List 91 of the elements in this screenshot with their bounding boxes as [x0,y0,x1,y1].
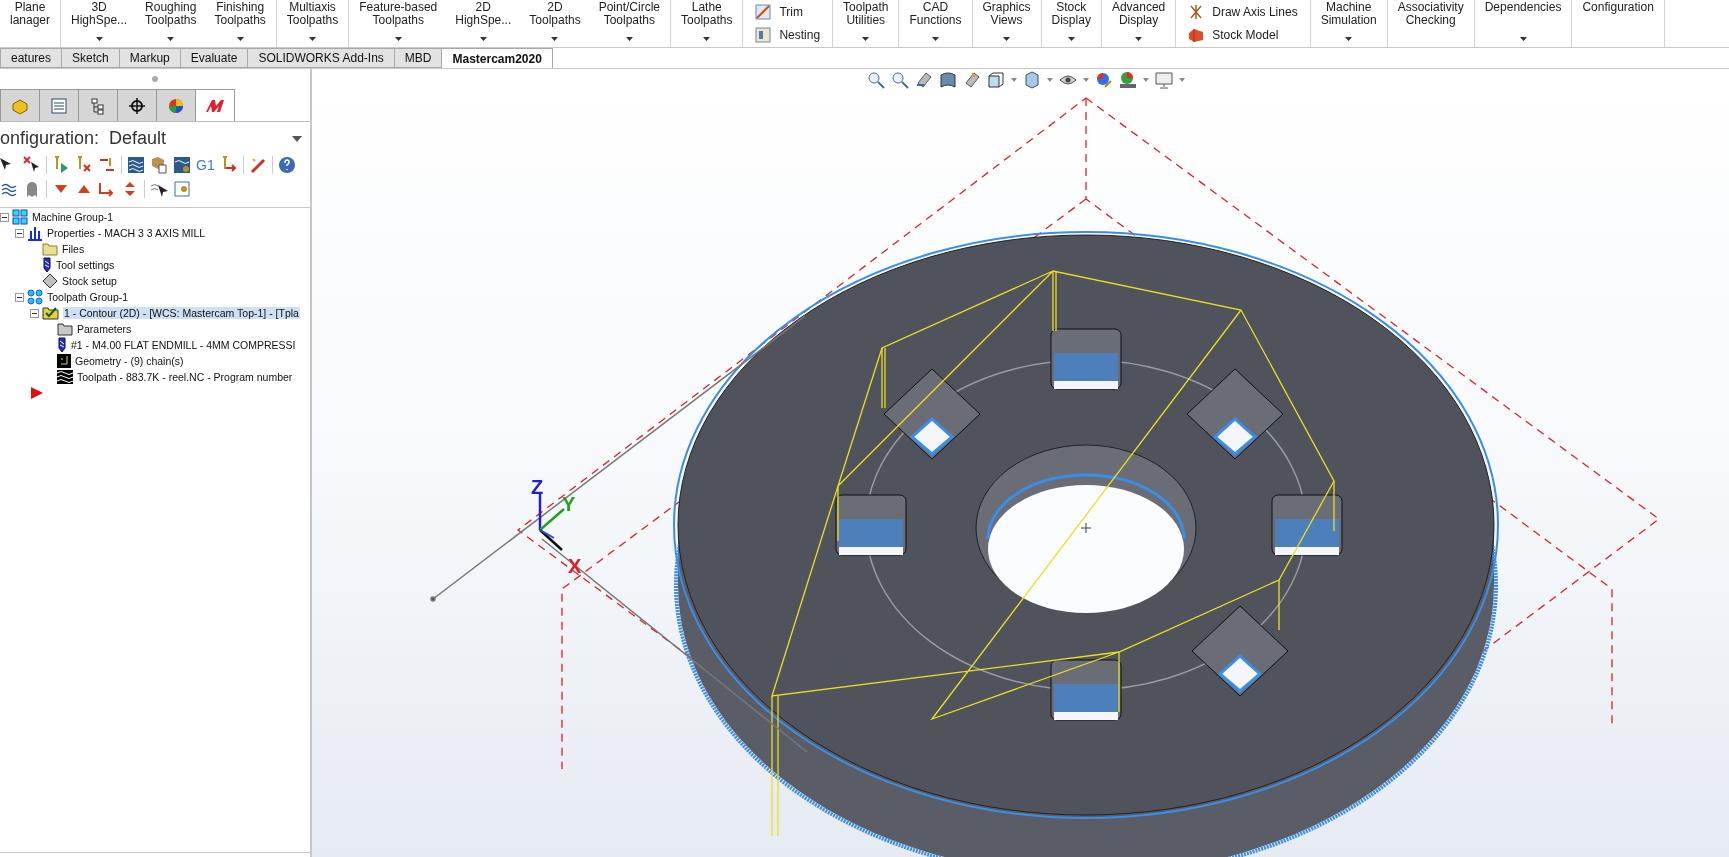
panel-tab[interactable] [117,89,157,121]
tree-item[interactable]: Tool settings [55,259,116,271]
folder-icon [42,242,58,256]
circles-icon [27,289,43,305]
caret-icon [1345,37,1353,41]
diamond-icon [42,273,58,289]
tab[interactable]: Markup [118,48,181,68]
display-style-icon[interactable] [1023,71,1041,89]
waves-gear-icon[interactable] [173,156,191,174]
tree-item[interactable]: Machine Group-1 [31,211,115,223]
tree-item[interactable]: Files [61,243,86,255]
tool-swap-icon[interactable] [98,156,116,174]
caret-icon[interactable] [1011,78,1017,82]
tab[interactable]: MBD [393,48,443,68]
caret-icon [1519,37,1527,41]
tree-item[interactable]: 1 - Contour (2D) - [WCS: Mastercam Top-1] - [Tpla [63,307,300,319]
y-axis-label: Y [562,493,576,515]
axis-lines-icon [1188,3,1205,20]
dynamic-annotation-icon[interactable] [963,71,981,89]
color-ball-icon [167,96,185,115]
caret-icon [625,37,633,41]
view-orientation-icon[interactable] [987,71,1005,89]
collapse-toggle[interactable] [0,212,9,222]
end-mill-icon [57,337,67,353]
tree-item[interactable]: Toolpath - 883.7K - reel.NC - Program number [76,371,294,383]
tab[interactable]: eatures [0,48,63,68]
tree-item[interactable]: #1 - M4.00 FLAT ENDMILL - 4MM COMPRESSI [70,339,297,351]
monitor-icon[interactable] [1155,71,1173,89]
crosshair-icon [128,96,146,115]
tree-item[interactable]: Toolpath Group-1 [46,291,130,303]
z-axis-label: Z [531,476,544,498]
caret-icon [95,37,103,41]
caret-icon [167,37,175,41]
grip-dot-icon[interactable] [152,76,158,82]
configuration-title: onfiguration: Default [0,128,167,149]
tool-play-icon[interactable] [52,156,70,174]
tool-delete-icon[interactable] [75,156,93,174]
nesting-icon [755,27,772,44]
caret-icon [236,37,244,41]
tab[interactable]: Evaluate [179,48,249,68]
tab[interactable]: Sketch [61,48,120,68]
tree-item[interactable]: Properties - MACH 3 3 AXIS MILL [46,227,207,239]
insert-marker-icon [30,386,44,400]
caret-icon [1135,37,1143,41]
bars-icon [27,225,43,241]
collapse-toggle[interactable] [15,292,24,302]
waves-icon[interactable] [127,156,145,174]
caret-icon[interactable] [1047,78,1053,82]
stock-model-icon [1188,27,1205,44]
caret-icon[interactable] [1143,78,1149,82]
caret-icon [309,37,316,41]
insert-arrow-icon[interactable] [98,180,116,198]
folder-icon [57,322,73,336]
highlight-icon[interactable] [248,156,267,174]
tab[interactable]: Mastercam2020 [441,48,553,68]
caret-icon[interactable] [1179,78,1185,82]
trim-icon [755,3,772,20]
tree-item[interactable]: Parameters [76,323,133,335]
help-icon[interactable] [277,156,296,174]
toolpath-icon [57,370,73,384]
tree-structure-icon [89,96,107,115]
section-view-icon[interactable] [939,71,957,89]
tab[interactable]: SOLIDWORKS Add-Ins [247,48,395,68]
geometry-icon [57,354,71,368]
g1-icon[interactable]: G1 [196,157,215,173]
list-icon [50,96,68,115]
caret-icon [394,37,402,41]
end-mill-icon [42,257,52,273]
box-clipboard-icon[interactable] [150,156,168,174]
caret-icon [703,37,711,41]
grid-icon [12,209,28,225]
zoom-fit-icon[interactable] [867,71,885,89]
caret-icon [479,37,487,41]
caret-icon [862,37,870,41]
dropdown-caret-icon[interactable] [292,135,302,142]
mastercam-logo-icon [204,97,226,114]
collapse-toggle[interactable] [15,228,24,238]
zoom-area-icon[interactable] [891,71,909,89]
collapse-toggle[interactable] [30,308,39,318]
edit-appearance-icon[interactable] [1095,71,1113,89]
previous-view-icon[interactable] [915,71,933,89]
caret-icon [551,37,559,41]
caret-icon [1003,37,1010,41]
settings-icon[interactable] [173,180,191,198]
tree-item[interactable]: Stock setup [61,275,118,287]
scene-icon[interactable] [1119,71,1137,89]
caret-icon [932,37,939,41]
caret-icon [1067,37,1075,41]
folder-check-icon [42,306,60,320]
caret-icon[interactable] [1083,78,1089,82]
tree-item[interactable]: Geometry - (9) chain(s) [74,355,185,367]
